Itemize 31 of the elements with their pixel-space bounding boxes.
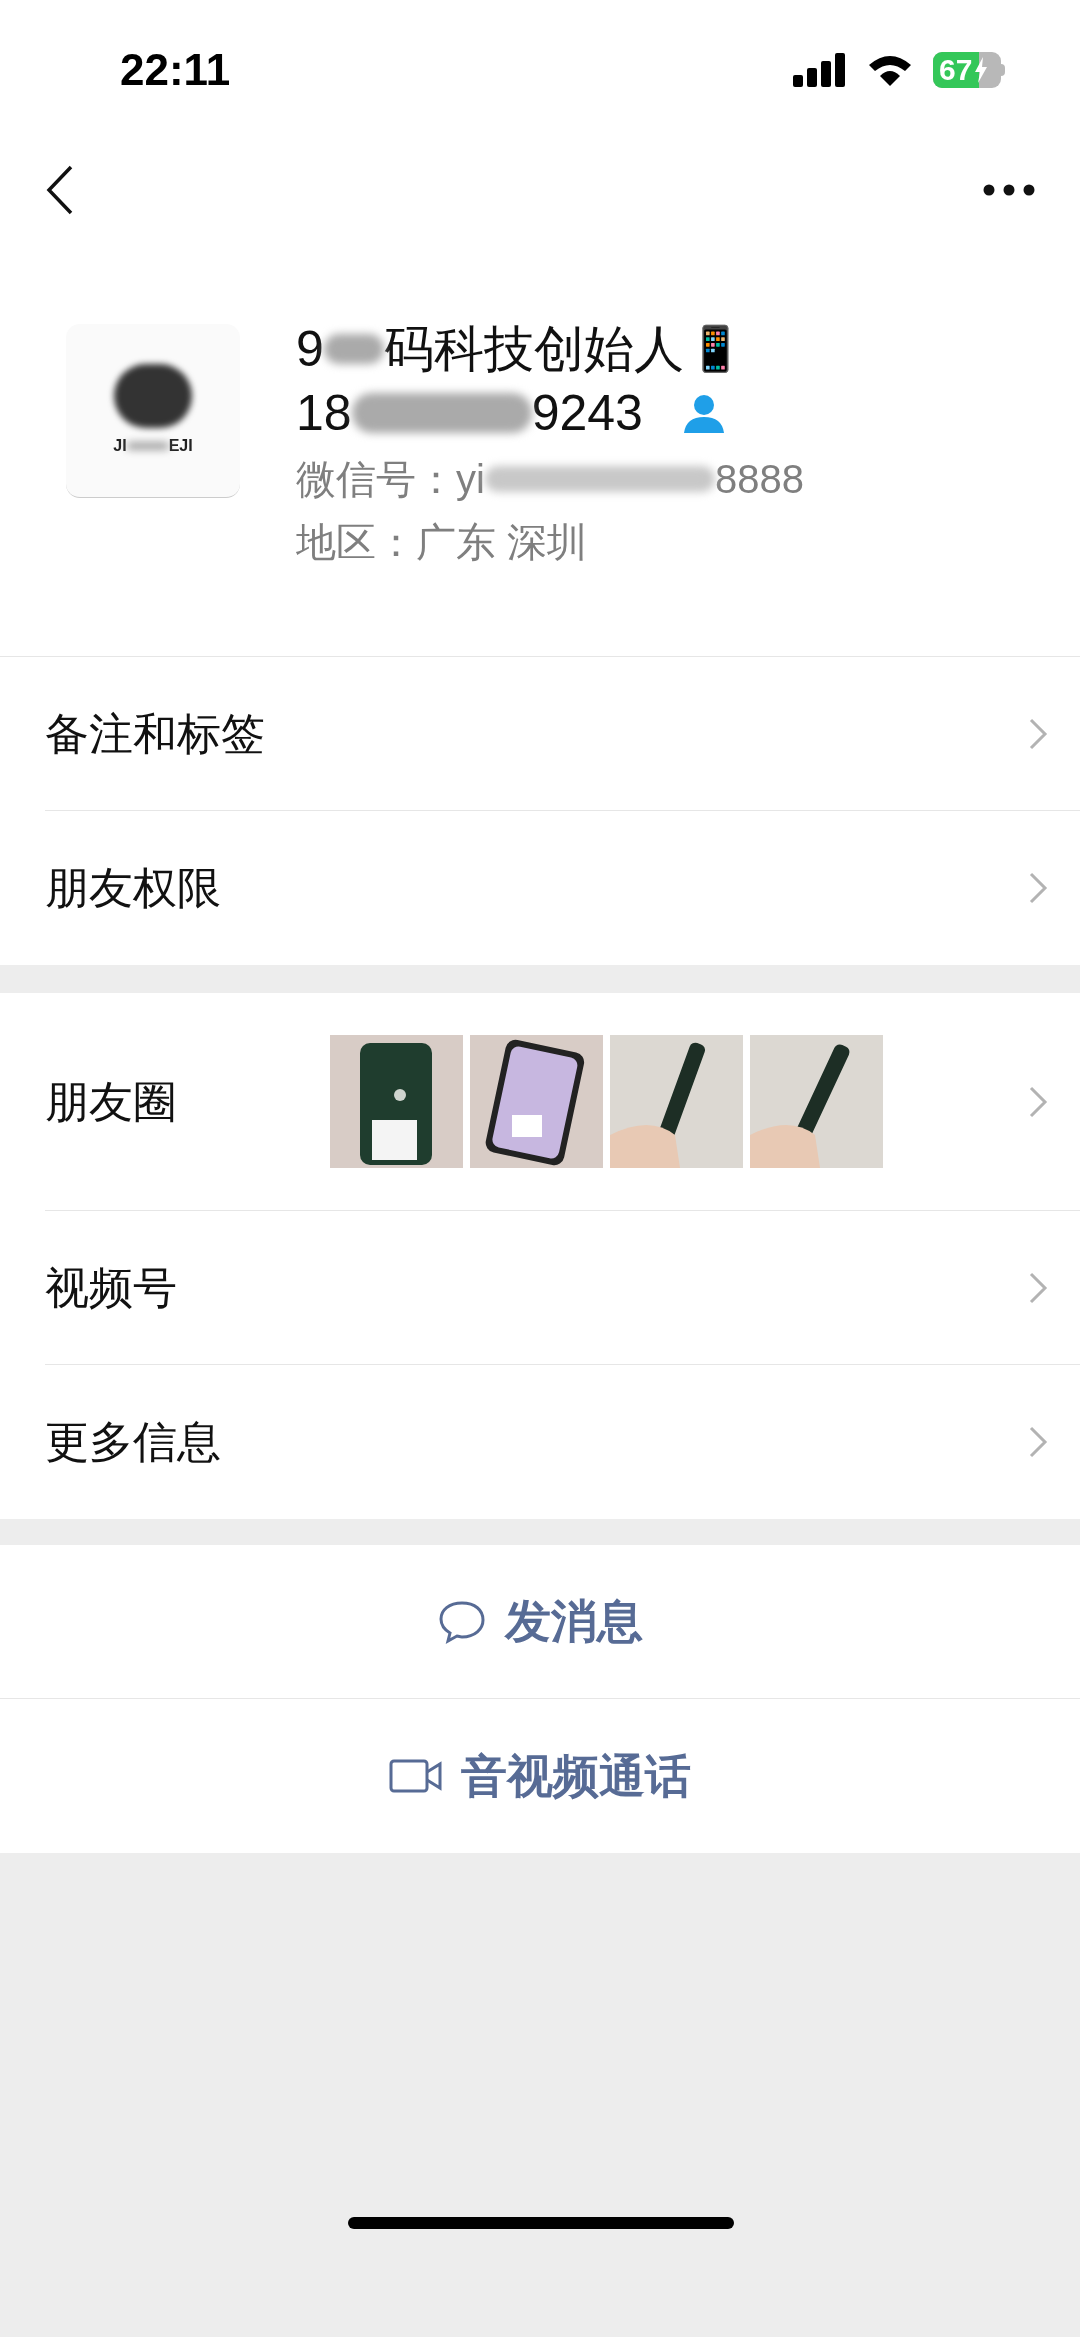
menu-item-label[interactable]: 更多信息 [45,1409,330,1475]
phone-number: 9243 [531,383,643,443]
avatar-logo-text: EJI [168,435,193,456]
menu-item-label[interactable]: 朋友圈 [45,1068,330,1135]
menu-item-label[interactable]: 视频号 [45,1254,330,1321]
blurred-redaction [323,334,384,364]
contact-name: 9 [296,319,324,379]
avatar-logo-text: JI [113,435,127,456]
wifi-icon [867,53,913,87]
chevron-right-icon [1028,1084,1048,1119]
back-icon[interactable] [45,164,75,216]
chevron-right-icon [1028,716,1048,751]
blurred-redaction [126,442,169,449]
phone-number: 18 [296,383,352,443]
region: 地区：广东 深圳 [296,519,589,566]
contact-name: 码科技创始人 [383,319,684,379]
chevron-right-icon [1028,1425,1048,1459]
chevron-right-icon [1028,871,1048,905]
person-icon [682,393,725,433]
wechat-id: 8888 [714,456,804,503]
more-icon[interactable] [983,184,1035,196]
status-time: 22:11 [120,44,231,96]
wechat-id-label: 微信号： [296,456,456,503]
signal-icon [793,53,847,87]
menu-item-label[interactable]: 朋友权限 [45,855,330,921]
video-camera-icon [389,1758,443,1794]
avatar[interactable]: JI EJI [66,324,240,498]
phone-emoji: 📱 [687,323,743,375]
chevron-right-icon [1028,1270,1048,1305]
wechat-id: yi [456,456,485,503]
menu-item-label[interactable]: 备注和标签 [45,700,330,767]
